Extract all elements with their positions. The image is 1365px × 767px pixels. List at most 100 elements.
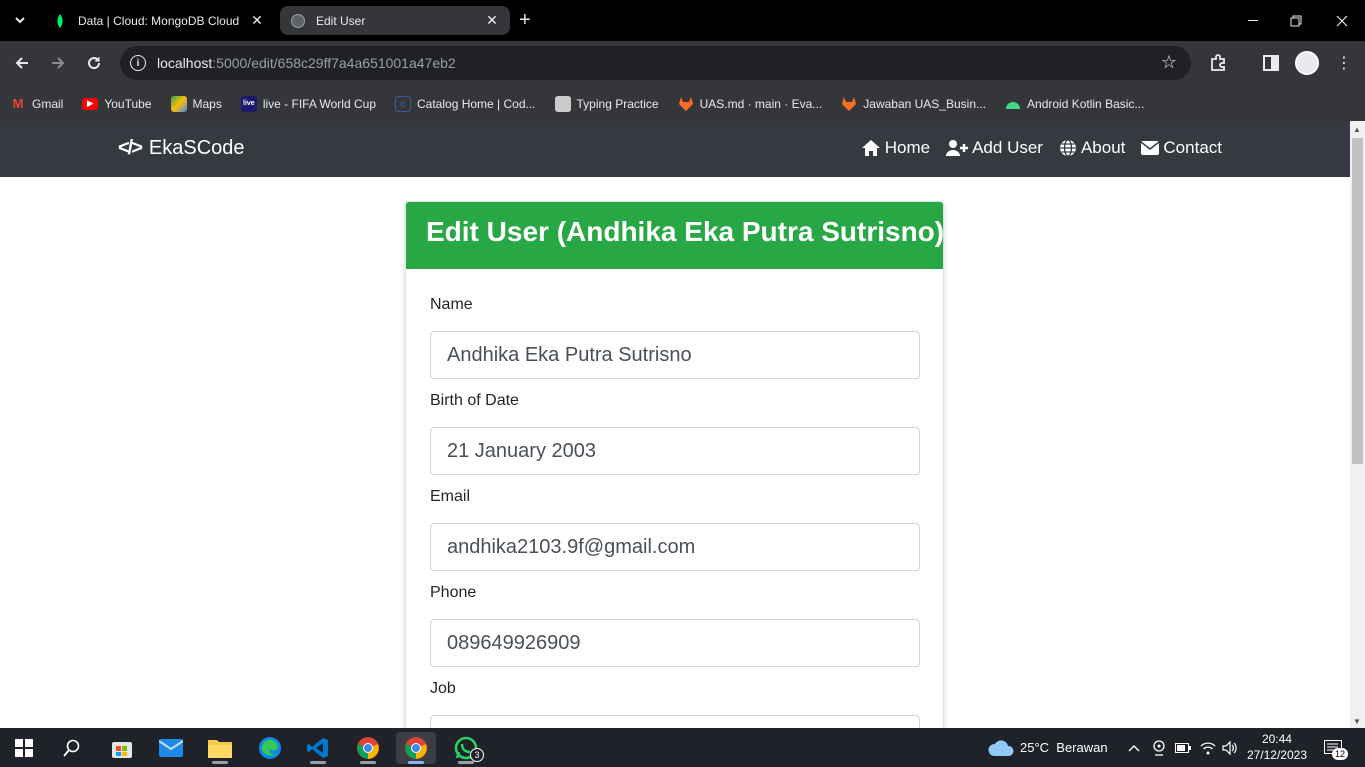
scroll-down-arrow-icon[interactable]: ▼ — [1353, 717, 1361, 726]
webcam-icon[interactable] — [1152, 728, 1166, 767]
field-job: Job — [430, 680, 920, 728]
field-label: Birth of Date — [430, 392, 519, 409]
bookmark-gmail[interactable]: M Gmail — [10, 96, 64, 112]
site-info-icon[interactable]: i — [130, 55, 146, 71]
bookmark-android[interactable]: Android Kotlin Basic... — [1005, 96, 1144, 112]
bookmark-label: Typing Practice — [576, 96, 659, 111]
nav-label: Contact — [1163, 138, 1222, 157]
bookmark-youtube[interactable]: ▶ YouTube — [82, 97, 152, 111]
page-scrollbar[interactable]: ▲ ▼ — [1350, 121, 1365, 728]
bookmark-maps[interactable]: Maps — [170, 95, 222, 112]
tab-strip: Data | Cloud: MongoDB Cloud ✕ Edit User … — [0, 0, 1365, 41]
mongodb-leaf-icon — [52, 13, 68, 29]
bookmark-uas[interactable]: UAS.md · main · Eva... — [678, 96, 823, 112]
address-bar[interactable]: i localhost:5000/edit/658c29ff7a4a651001… — [120, 46, 1191, 80]
microsoft-store-icon[interactable] — [102, 732, 142, 764]
bookmark-label: Android Kotlin Basic... — [1027, 96, 1145, 111]
minimize-icon[interactable] — [1230, 0, 1276, 41]
clock-time: 20:44 — [1261, 732, 1292, 746]
card-header: Edit User (Andhika Eka Putra Sutrisno) — [406, 202, 945, 269]
file-explorer-icon[interactable] — [200, 732, 240, 764]
bookmarks-bar: M Gmail ▶ YouTube Maps live live - FIFA … — [0, 86, 1365, 121]
tab-title: Edit User — [316, 13, 366, 28]
restore-icon[interactable] — [1273, 0, 1319, 41]
code-icon: </> — [118, 137, 143, 159]
nav-contact[interactable]: Contact — [1141, 138, 1222, 158]
tab-search-chevron-icon[interactable] — [8, 8, 32, 32]
notification-center-icon[interactable]: 12 — [1324, 728, 1349, 767]
whatsapp-icon[interactable]: 3 — [446, 732, 486, 764]
running-indicator — [408, 761, 424, 764]
edit-user-card: Edit User (Andhika Eka Putra Sutrisno) N… — [405, 201, 944, 728]
email-input[interactable]: andhika2103.9f@gmail.com — [430, 523, 920, 571]
whatsapp-badge: 3 — [470, 748, 484, 762]
weather-widget[interactable]: 25°C Berawan — [988, 728, 1108, 767]
wifi-icon[interactable] — [1200, 728, 1216, 767]
field-label: Email — [430, 488, 471, 505]
search-icon[interactable] — [52, 732, 92, 764]
menu-dots-icon[interactable]: ⋮ — [1332, 51, 1356, 75]
globe-icon — [290, 13, 306, 29]
field-label: Phone — [430, 584, 477, 601]
nav-add-user[interactable]: Add User — [946, 138, 1043, 158]
field-label: Job — [430, 680, 456, 697]
user-plus-icon — [946, 140, 969, 156]
windows-taskbar: 3 25°C Berawan 20:44 27/12/2023 12 — [0, 728, 1365, 767]
scroll-up-arrow-icon[interactable]: ▲ — [1353, 125, 1361, 134]
page-title: Edit User (Andhika Eka Putra Sutrisno) — [426, 216, 945, 247]
gmail-icon: M — [12, 96, 24, 111]
notification-badge: 12 — [1332, 748, 1349, 760]
side-panel-icon[interactable] — [1259, 51, 1283, 75]
home-icon — [861, 140, 880, 156]
close-window-icon[interactable] — [1319, 0, 1365, 41]
chrome-dev-icon[interactable] — [348, 732, 388, 764]
job-input[interactable] — [430, 715, 920, 728]
close-tab-icon[interactable]: ✕ — [484, 12, 500, 29]
tab-mongodb[interactable]: Data | Cloud: MongoDB Cloud ✕ — [42, 6, 275, 35]
nav-about[interactable]: About — [1059, 138, 1125, 158]
field-birth-date: Birth of Date 21 January 2003 — [430, 392, 920, 475]
bookmark-jawaban[interactable]: Jawaban UAS_Busin... — [841, 96, 986, 112]
weather-text: 25°C Berawan — [1020, 740, 1108, 755]
forward-arrow-icon[interactable] — [46, 51, 70, 75]
close-tab-icon[interactable]: ✕ — [249, 12, 265, 29]
running-indicator — [310, 761, 326, 764]
chrome-profile-icon[interactable] — [396, 732, 436, 764]
volume-icon[interactable] — [1222, 728, 1238, 767]
back-arrow-icon[interactable] — [10, 51, 34, 75]
envelope-icon — [1141, 141, 1160, 155]
profile-avatar[interactable] — [1295, 51, 1319, 75]
tab-edit-user[interactable]: Edit User ✕ — [280, 6, 510, 35]
birth-date-input[interactable]: 21 January 2003 — [430, 427, 920, 475]
typing-icon — [554, 95, 571, 112]
reload-icon[interactable] — [82, 51, 106, 75]
bookmark-fifa[interactable]: live live - FIFA World Cup — [240, 95, 376, 112]
catalog-icon: c — [395, 95, 411, 112]
new-tab-icon[interactable]: + — [519, 9, 531, 31]
scroll-thumb[interactable] — [1352, 138, 1363, 464]
tray-chevron-icon[interactable] — [1128, 728, 1140, 767]
brand-link[interactable]: </> EkaSCode — [118, 137, 245, 160]
nav-home[interactable]: Home — [861, 138, 930, 158]
extensions-puzzle-icon[interactable] — [1206, 51, 1230, 75]
windows-start-icon[interactable] — [4, 732, 44, 764]
field-email: Email andhika2103.9f@gmail.com — [430, 488, 920, 571]
phone-input[interactable]: 089649926909 — [430, 619, 920, 667]
url-host: localhost — [157, 55, 213, 71]
bookmark-catalog[interactable]: c Catalog Home | Cod... — [395, 95, 536, 112]
vscode-icon[interactable] — [298, 732, 338, 764]
url-path: :5000/edit/658c29ff7a4a651001a47eb2 — [212, 55, 456, 71]
globe-icon — [1059, 139, 1076, 157]
url-text: localhost:5000/edit/658c29ff7a4a651001a4… — [157, 55, 456, 71]
bookmark-label: UAS.md · main · Eva... — [699, 96, 823, 111]
battery-icon[interactable] — [1175, 728, 1191, 767]
running-indicator — [360, 761, 376, 764]
bookmark-star-icon[interactable]: ☆ — [1161, 52, 1177, 73]
mail-icon[interactable] — [151, 732, 191, 764]
system-clock[interactable]: 20:44 27/12/2023 — [1247, 731, 1307, 763]
bookmark-typing[interactable]: Typing Practice — [554, 95, 659, 112]
field-phone: Phone 089649926909 — [430, 584, 920, 667]
edge-icon[interactable] — [250, 732, 290, 764]
name-input[interactable]: Andhika Eka Putra Sutrisno — [430, 331, 920, 379]
browser-chrome: Data | Cloud: MongoDB Cloud ✕ Edit User … — [0, 0, 1365, 121]
